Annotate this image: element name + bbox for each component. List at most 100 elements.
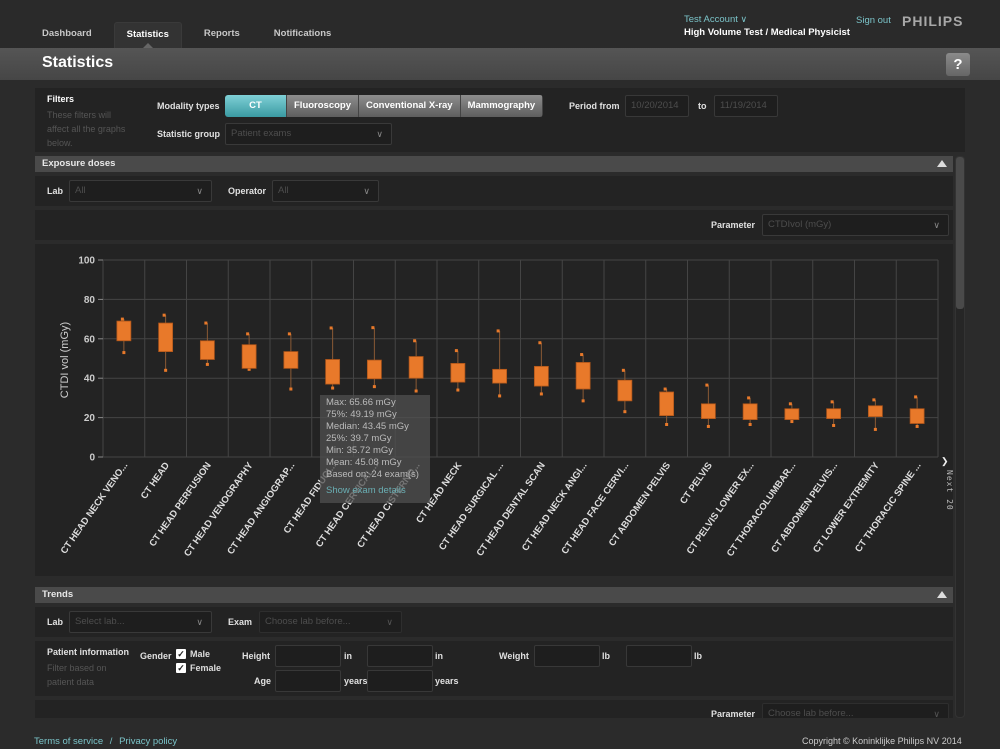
height-max-input[interactable] — [367, 645, 433, 667]
box — [492, 368, 508, 384]
trends-parameter-label: Parameter — [711, 709, 756, 718]
height-min-input[interactable] — [275, 645, 341, 667]
height-unit-1: in — [344, 651, 352, 661]
next-20-button[interactable]: Next 20 — [945, 470, 954, 511]
age-label: Age — [254, 676, 272, 686]
boxplot-item — [867, 398, 883, 431]
trends-parameter-select[interactable]: Choose lab before... ∨ — [762, 703, 949, 718]
x-tick-label: CT HEAD DENTAL SCAN — [475, 460, 548, 558]
patient-info-description: Filter based on patient data — [47, 663, 107, 687]
y-tick-label: 0 — [89, 453, 95, 464]
box — [158, 322, 174, 353]
min-marker — [748, 422, 752, 426]
trends-lab-select[interactable]: Select lab... ∨ — [69, 611, 212, 633]
boxplot-item — [617, 368, 633, 414]
boxplot-item — [241, 332, 257, 371]
min-marker — [665, 422, 669, 426]
chevron-down-icon: ∨ — [196, 617, 203, 627]
chevron-down-icon: ∨ — [933, 709, 940, 718]
max-marker — [371, 326, 375, 330]
weight-min-input[interactable] — [534, 645, 600, 667]
y-tick-label: 40 — [84, 374, 96, 385]
boxplot-item — [742, 396, 758, 426]
age-min-input[interactable] — [275, 670, 341, 692]
patient-info-row: Patient information Filter based on pati… — [35, 641, 953, 696]
min-marker — [164, 368, 168, 372]
exam-select[interactable]: Choose lab before... ∨ — [259, 611, 402, 633]
box — [366, 359, 382, 380]
tooltip-max: Max: 65.66 mGy — [326, 397, 396, 408]
box — [826, 408, 842, 419]
footer-separator: / — [109, 736, 113, 747]
box — [700, 403, 716, 419]
x-tick-label: CT PELVIS — [678, 460, 715, 506]
max-marker — [413, 339, 417, 343]
vertical-scrollbar[interactable] — [955, 156, 965, 718]
privacy-policy-link[interactable]: Privacy policy — [119, 736, 177, 747]
terms-of-service-link[interactable]: Terms of service — [34, 736, 103, 747]
gender-label: Gender — [140, 651, 172, 661]
min-marker — [873, 427, 877, 431]
box — [784, 408, 800, 420]
boxplot-item — [533, 341, 549, 396]
checkmark-icon[interactable]: ✓ — [176, 663, 186, 673]
boxplot-item — [784, 402, 800, 424]
box — [659, 391, 675, 417]
patient-info-title: Patient information — [47, 647, 130, 657]
x-tick-label: CT HEAD — [139, 460, 172, 501]
max-marker — [830, 400, 834, 404]
box — [199, 340, 215, 360]
y-tick-label: 60 — [84, 334, 96, 345]
trends-lab-label: Lab — [47, 617, 64, 627]
max-marker — [705, 383, 709, 387]
exam-label: Exam — [228, 617, 253, 627]
male-checkbox[interactable]: ✓ Male — [176, 649, 210, 659]
min-marker — [456, 388, 460, 392]
min-marker — [414, 389, 418, 393]
box — [241, 344, 257, 369]
next-arrow-icon[interactable]: ❯ — [941, 456, 949, 467]
tooltip-median: Median: 43.45 mGy — [326, 421, 409, 432]
weight-max-input[interactable] — [626, 645, 692, 667]
scrollbar-thumb[interactable] — [956, 157, 964, 309]
tooltip-mean: Mean: 45.08 mGy — [326, 457, 402, 468]
age-unit-2: years — [435, 676, 459, 686]
box — [575, 362, 591, 390]
y-tick-label: 80 — [84, 295, 96, 306]
max-marker — [788, 402, 792, 406]
max-marker — [454, 349, 458, 353]
checkmark-icon[interactable]: ✓ — [176, 649, 186, 659]
collapse-icon[interactable] — [937, 591, 947, 598]
boxplot-item — [199, 321, 215, 366]
min-marker — [832, 423, 836, 427]
min-marker — [581, 399, 585, 403]
y-tick-label: 20 — [84, 413, 96, 424]
chevron-down-icon: ∨ — [386, 617, 393, 627]
max-marker — [914, 395, 918, 399]
boxplot-item — [116, 317, 132, 355]
tooltip-q1: 25%: 39.7 mGy — [326, 433, 392, 444]
max-marker — [538, 341, 542, 345]
boxplot-item — [659, 387, 675, 426]
max-marker — [663, 387, 667, 391]
trends-parameter-value: Choose lab before... — [768, 708, 854, 718]
y-axis-label: CTDI vol (mGy) — [59, 322, 71, 398]
min-marker — [372, 385, 376, 389]
max-marker — [872, 398, 876, 402]
tooltip-q3: 75%: 49.19 mGy — [326, 409, 397, 420]
max-marker — [496, 329, 500, 333]
tooltip-based-on: Based on: 24 exam(s) — [326, 469, 419, 480]
tooltip-min: Min: 35.72 mGy — [326, 445, 394, 456]
trends-filter-row: Lab Select lab... ∨ Exam Choose lab befo… — [35, 607, 953, 637]
trends-header[interactable]: Trends — [35, 587, 953, 603]
height-unit-2: in — [435, 651, 443, 661]
female-checkbox[interactable]: ✓ Female — [176, 663, 221, 673]
show-exam-details-link[interactable]: Show exam details — [326, 485, 424, 497]
x-tick-label: CT THORACOLUMBAR... — [725, 460, 798, 558]
boxplot-item — [283, 332, 299, 391]
box — [909, 408, 925, 424]
box — [116, 320, 132, 342]
box — [325, 359, 341, 385]
boxplot-item — [575, 353, 591, 403]
age-max-input[interactable] — [367, 670, 433, 692]
